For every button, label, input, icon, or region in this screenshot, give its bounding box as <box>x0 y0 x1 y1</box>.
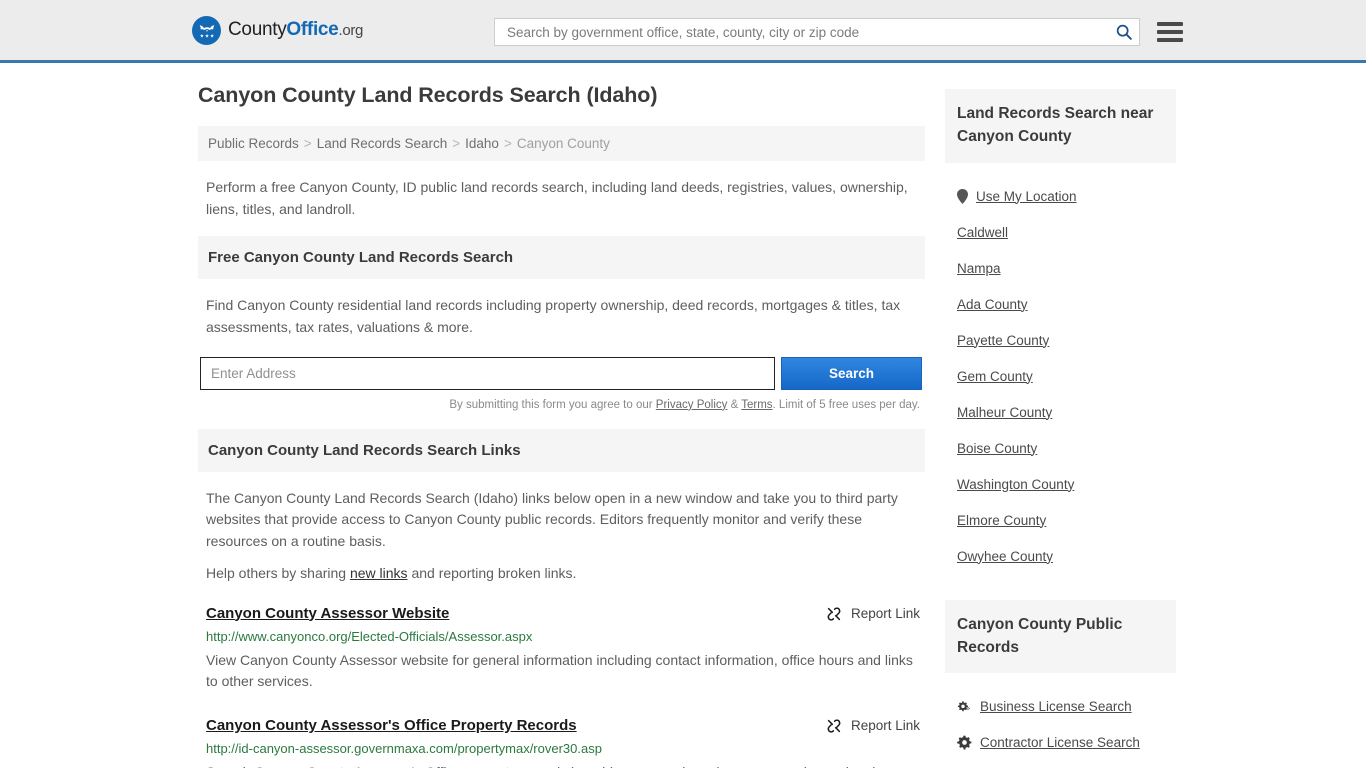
sidebar-link-label[interactable]: Caldwell <box>957 225 1008 240</box>
form-disclaimer: By submitting this form you agree to our… <box>198 399 920 411</box>
sidebar-item-owyhee-county[interactable]: Owyhee County <box>957 549 1176 564</box>
unlink-icon <box>826 718 842 734</box>
address-search-form: Search <box>200 356 925 390</box>
link-result-title[interactable]: Canyon County Assessor's Office Property… <box>206 717 577 734</box>
site-logo[interactable]: CountyOffice.org <box>192 15 363 45</box>
sidebar-link-label[interactable]: Washington County <box>957 477 1074 492</box>
breadcrumb-separator: > <box>503 136 512 151</box>
link-result-description: View Canyon County Assessor website for … <box>206 651 913 690</box>
page-container: Canyon County Land Records Search (Idaho… <box>0 63 1366 768</box>
breadcrumb-item-public-records[interactable]: Public Records <box>208 136 299 151</box>
sidebar-public-records-heading: Canyon County Public Records <box>945 599 1176 673</box>
sidebar-link-label[interactable]: Elmore County <box>957 513 1046 528</box>
unlink-icon <box>826 606 842 622</box>
sidebar-item-use-my-location[interactable]: Use My Location <box>957 188 1176 204</box>
sidebar-item-caldwell[interactable]: Caldwell <box>957 225 1176 240</box>
disclaimer-amp: & <box>727 398 742 411</box>
help-suffix: and reporting broken links. <box>407 564 577 581</box>
sidebar-item-payette-county[interactable]: Payette County <box>957 333 1176 348</box>
page-intro-text: Perform a free Canyon County, ID public … <box>206 179 908 217</box>
sidebar-item-malheur-county[interactable]: Malheur County <box>957 405 1176 420</box>
link-result-url: http://www.canyonco.org/Elected-Official… <box>206 628 533 644</box>
links-section-paragraph: The Canyon County Land Records Search (I… <box>206 489 898 550</box>
links-section-heading: Canyon County Land Records Search Links <box>198 428 925 472</box>
link-result-item: Canyon County Assessor's Office Property… <box>206 717 925 768</box>
sidebar-item-gem-county[interactable]: Gem County <box>957 369 1176 384</box>
free-search-description: Find Canyon County residential land reco… <box>206 297 901 336</box>
sidebar-item-boise-county[interactable]: Boise County <box>957 441 1176 456</box>
hamburger-bar <box>1157 38 1183 42</box>
global-search-box[interactable] <box>494 18 1140 46</box>
sidebar-public-records-list: Business License Search Contractor Licen… <box>945 673 1176 768</box>
hamburger-bar <box>1157 22 1183 26</box>
sidebar-link-label[interactable]: Nampa <box>957 261 1001 276</box>
link-result-header: Canyon County Assessor's Office Property… <box>206 717 925 734</box>
sidebar: Land Records Search near Canyon County U… <box>945 89 1176 768</box>
link-result-header: Canyon County Assessor Website Report Li… <box>206 605 925 622</box>
search-icon[interactable] <box>1115 23 1133 41</box>
report-link-label: Report Link <box>850 606 920 621</box>
sidebar-link-label[interactable]: Gem County <box>957 369 1033 384</box>
sidebar-link-label[interactable]: Boise County <box>957 441 1037 456</box>
hamburger-menu-icon[interactable] <box>1157 22 1183 42</box>
page-title: Canyon County Land Records Search (Idaho… <box>198 83 658 107</box>
report-link-label: Report Link <box>850 718 920 734</box>
sidebar-link-label[interactable]: Contractor License Search <box>980 735 1140 750</box>
header-search-area <box>494 18 1183 46</box>
main-content: Canyon County Land Records Search (Idaho… <box>198 83 925 768</box>
logo-text-county: County <box>228 19 287 40</box>
breadcrumb-separator: > <box>452 136 461 151</box>
map-pin-icon <box>957 188 968 204</box>
sidebar-item-elmore-county[interactable]: Elmore County <box>957 513 1176 528</box>
logo-wordmark: CountyOffice.org <box>228 19 363 41</box>
sidebar-link-label[interactable]: Owyhee County <box>957 549 1053 564</box>
address-input[interactable] <box>200 356 775 390</box>
sidebar-link-label[interactable]: Malheur County <box>957 405 1052 420</box>
breadcrumb-item-land-records-search[interactable]: Land Records Search <box>317 136 448 151</box>
sidebar-item-nampa[interactable]: Nampa <box>957 261 1176 276</box>
link-result-description: Search Canyon County Assessor's Office p… <box>206 762 921 768</box>
terms-link[interactable]: Terms <box>741 399 772 411</box>
hamburger-bar <box>1157 30 1183 34</box>
gear-icon <box>957 735 972 750</box>
sidebar-near-heading: Land Records Search near Canyon County <box>945 89 1176 163</box>
sidebar-item-business-license-search[interactable]: Business License Search <box>957 699 1176 714</box>
logo-text-office: Office <box>286 19 339 40</box>
sidebar-near-list: Use My Location Caldwell Nampa Ada Count… <box>945 163 1176 564</box>
link-result-item: Canyon County Assessor Website Report Li… <box>206 605 925 693</box>
breadcrumb: Public Records > Land Records Search > Idaho… <box>198 126 925 161</box>
sidebar-link-label[interactable]: Payette County <box>957 333 1049 348</box>
breadcrumb-item-idaho[interactable]: Idaho <box>465 136 499 151</box>
free-search-heading: Free Canyon County Land Records Search <box>198 236 925 280</box>
breadcrumb-item-canyon-county: Canyon County <box>516 136 610 151</box>
report-link-button[interactable]: Report Link <box>826 718 925 734</box>
help-prefix: Help others by sharing <box>206 564 350 581</box>
link-result-title[interactable]: Canyon County Assessor Website <box>206 605 449 622</box>
sidebar-link-label[interactable]: Use My Location <box>976 189 1077 204</box>
sidebar-public-records-block: Canyon County Public Records Business Li… <box>945 599 1176 768</box>
privacy-policy-link[interactable]: Privacy Policy <box>656 399 728 411</box>
global-search-input[interactable] <box>505 23 1115 41</box>
disclaimer-prefix: By submitting this form you agree to our <box>449 398 656 411</box>
disclaimer-suffix: . Limit of 5 free uses per day. <box>772 398 920 411</box>
cogs-icon <box>957 699 972 714</box>
help-others-text: Help others by sharing new links and rep… <box>206 563 918 585</box>
link-result-url: http://id-canyon-assessor.governmaxa.com… <box>206 740 602 756</box>
site-header: CountyOffice.org <box>0 0 1366 63</box>
eagle-shield-emblem-icon <box>192 15 221 45</box>
logo-text-org: .org <box>338 22 364 39</box>
search-button[interactable]: Search <box>781 356 922 390</box>
sidebar-item-contractor-license-search[interactable]: Contractor License Search <box>957 735 1176 750</box>
sidebar-link-label[interactable]: Business License Search <box>980 699 1132 714</box>
report-link-button[interactable]: Report Link <box>826 606 925 622</box>
sidebar-item-ada-county[interactable]: Ada County <box>957 297 1176 312</box>
sidebar-link-label[interactable]: Ada County <box>957 297 1028 312</box>
breadcrumb-separator: > <box>303 136 312 151</box>
new-links-link[interactable]: new links <box>350 565 408 581</box>
sidebar-item-washington-county[interactable]: Washington County <box>957 477 1176 492</box>
